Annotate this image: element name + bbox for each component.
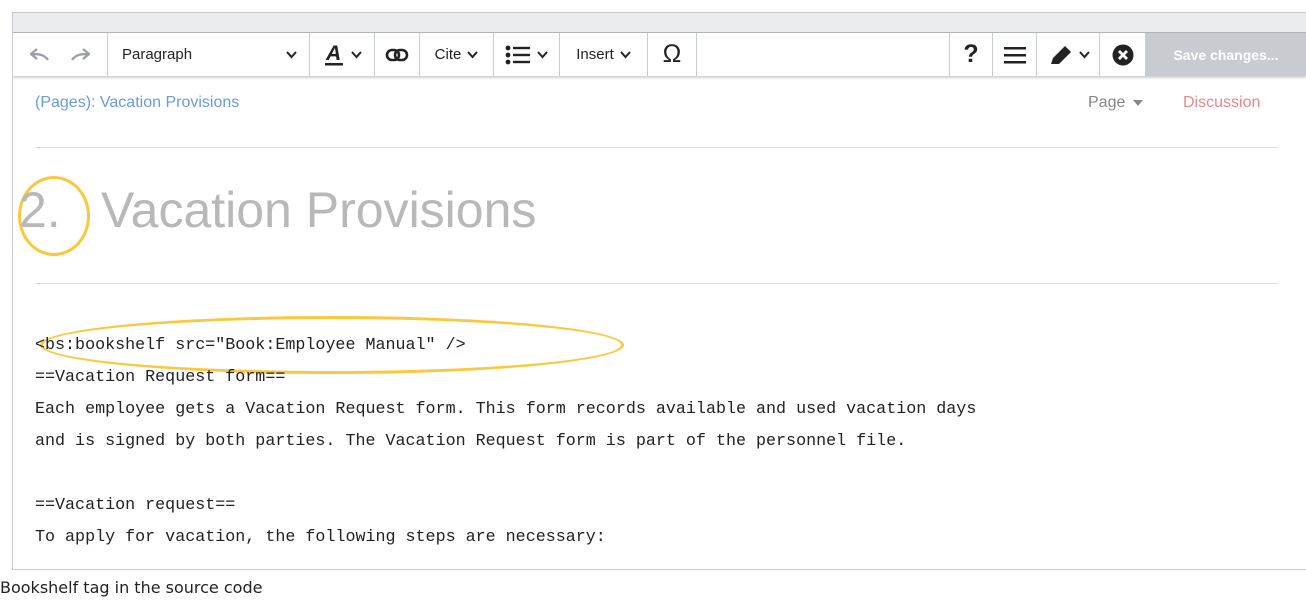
page-title: Vacation Provisions: [101, 182, 537, 238]
undo-icon[interactable]: [30, 47, 50, 62]
edit-mode-dropdown[interactable]: [1037, 33, 1100, 76]
link-icon: [385, 48, 409, 61]
omega-icon: Ω: [662, 40, 682, 68]
heading-number: 2.: [19, 182, 61, 238]
text-style-icon: A: [324, 43, 343, 65]
close-icon: [1112, 44, 1133, 65]
discussion-tab[interactable]: Discussion: [1183, 94, 1260, 112]
insert-label: Insert: [576, 46, 614, 63]
hamburger-menu-icon: [1003, 46, 1026, 63]
paragraph-label: Paragraph: [122, 46, 193, 63]
link-button[interactable]: [375, 33, 420, 76]
chevron-down-icon: [350, 50, 362, 58]
history-group: [13, 33, 108, 76]
chevron-down-icon: [620, 50, 631, 58]
list-dropdown[interactable]: [494, 33, 560, 76]
toolbar-spacer: [697, 33, 950, 76]
page-tab[interactable]: Page: [1088, 94, 1144, 112]
insert-dropdown[interactable]: Insert: [560, 33, 648, 76]
help-button[interactable]: ?: [950, 33, 993, 76]
pencil-icon: [1050, 45, 1071, 64]
breadcrumb[interactable]: (Pages): Vacation Provisions: [35, 94, 239, 112]
svg-text:A: A: [325, 43, 341, 65]
top-bar: [13, 13, 1306, 32]
source-line[interactable]: To apply for vacation, the following ste…: [35, 528, 606, 547]
paragraph-format-dropdown[interactable]: Paragraph: [108, 33, 310, 76]
bullet-list-icon: [505, 45, 530, 64]
cite-dropdown[interactable]: Cite: [420, 33, 494, 76]
source-line[interactable]: <bs:bookshelf src="Book:Employee Manual"…: [35, 336, 466, 355]
source-line[interactable]: ==Vacation Request form==: [35, 368, 285, 387]
special-character-button[interactable]: Ω: [648, 33, 697, 76]
source-line[interactable]: Each employee gets a Vacation Request fo…: [35, 400, 976, 419]
editor-toolbar: Paragraph A Cite Insert Ω ? Save changes…: [13, 32, 1306, 76]
cite-label: Cite: [434, 46, 462, 63]
save-label: Save changes...: [1173, 46, 1279, 63]
page-options-button[interactable]: [993, 33, 1037, 76]
redo-icon[interactable]: [70, 47, 90, 62]
chevron-down-icon: [286, 50, 297, 58]
text-style-dropdown[interactable]: A: [310, 33, 375, 76]
page-tab-label: Page: [1088, 94, 1126, 111]
editor-frame: Paragraph A Cite Insert Ω ? Save changes…: [12, 12, 1306, 570]
caret-down-icon: [1133, 100, 1144, 106]
chevron-down-icon: [537, 50, 548, 58]
figure-caption: Bookshelf tag in the source code: [0, 578, 263, 597]
divider: [35, 147, 1278, 148]
chevron-down-icon: [1078, 50, 1090, 58]
help-icon: ?: [963, 40, 979, 68]
cancel-button[interactable]: [1100, 33, 1146, 76]
save-button[interactable]: Save changes...: [1146, 33, 1306, 76]
source-line[interactable]: and is signed by both parties. The Vacat…: [35, 432, 906, 451]
divider: [35, 283, 1278, 284]
source-line[interactable]: ==Vacation request==: [35, 496, 235, 515]
chevron-down-icon: [467, 50, 479, 58]
